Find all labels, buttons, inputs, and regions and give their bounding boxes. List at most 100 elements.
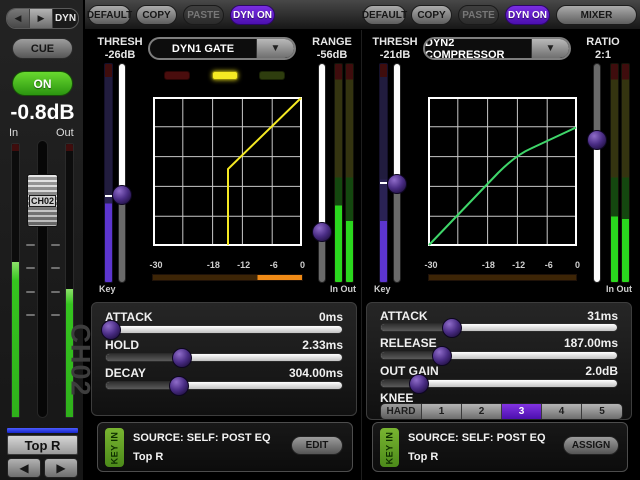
gate-axis: -30-18 -12-6 0 <box>153 260 304 270</box>
input-meter-peak-segment <box>12 144 19 151</box>
fader-knob[interactable]: CH02 <box>27 174 58 227</box>
gate-paste-button[interactable]: PASTE <box>183 5 224 25</box>
comp-ratio-handle[interactable] <box>587 130 607 150</box>
comp-thresh-slider[interactable] <box>387 63 407 283</box>
gate-led-yellow <box>212 71 238 80</box>
knee-option-1[interactable]: 1 <box>422 404 462 419</box>
comp-thresh-handle[interactable] <box>387 174 407 194</box>
gate-graph <box>153 97 302 246</box>
channel-color-bar <box>7 428 78 433</box>
comp-attack-value: 31ms <box>587 309 618 323</box>
gate-default-button[interactable]: DEFAULT <box>88 5 131 25</box>
cue-button[interactable]: CUE <box>12 38 73 59</box>
gate-led-green <box>259 71 285 80</box>
comp-params-panel: ATTACK 31ms RELEASE 187.00ms OUT GAIN 2.… <box>366 302 632 420</box>
gate-in-meter <box>334 63 343 283</box>
prev-channel-button[interactable]: ◀ <box>7 9 30 28</box>
knee-option-hard[interactable]: HARD <box>381 404 422 419</box>
knee-option-5[interactable]: 5 <box>582 404 622 419</box>
channel-name-label: Top R <box>7 435 78 455</box>
fader-tick <box>26 267 35 269</box>
comp-key-label: Key <box>374 284 391 294</box>
comp-keyin-channel: Top R <box>408 451 438 463</box>
next-arrow-icon: ▶ <box>56 461 65 475</box>
gate-params-panel: ATTACK 0ms HOLD 2.33ms DECAY 304.00ms <box>91 302 357 416</box>
gate-thresh-value: -26dB <box>96 49 144 61</box>
mixer-button[interactable]: MIXER <box>556 5 637 25</box>
comp-keyin-box: KEY IN SOURCE: SELF: POST EQ Top R ASSIG… <box>372 422 628 472</box>
input-meter-level <box>12 262 19 417</box>
gate-decay-slider[interactable] <box>105 381 343 390</box>
fader-tick <box>26 244 35 246</box>
output-meter-peak-segment <box>66 144 73 151</box>
knee-option-4[interactable]: 4 <box>542 404 582 419</box>
knee-option-2[interactable]: 2 <box>462 404 502 419</box>
comp-release-handle[interactable] <box>432 346 452 366</box>
comp-type-dropdown[interactable]: DYN2 COMPRESSOR ▼ <box>423 37 571 60</box>
gate-attack-handle[interactable] <box>101 320 121 340</box>
gate-keyin-edit-button[interactable]: EDIT <box>291 436 343 455</box>
comp-ratio-label: RATIO <box>581 36 625 48</box>
prev-arrow-icon: ◀ <box>19 461 28 475</box>
gate-hold-slider[interactable] <box>105 353 343 362</box>
comp-attack-slider[interactable] <box>380 323 618 332</box>
gate-attack-value: 0ms <box>319 310 343 324</box>
fader-tick <box>51 267 60 269</box>
comp-outgain-label: OUT GAIN <box>380 364 439 378</box>
fader-tick <box>51 244 60 246</box>
comp-attack-handle[interactable] <box>442 318 462 338</box>
gate-thresh-slider[interactable] <box>112 63 132 283</box>
comp-in-meter <box>610 63 619 283</box>
gate-hold-handle[interactable] <box>172 348 192 368</box>
channel-fader-area: CH02 CH02 <box>0 140 85 420</box>
comp-outgain-value: 2.0dB <box>585 364 618 378</box>
fader-tick <box>51 314 60 316</box>
gate-range-handle[interactable] <box>312 222 332 242</box>
comp-ratio-slider[interactable] <box>587 63 607 283</box>
gate-key-thresh-tick <box>105 195 112 197</box>
fader-knob-label: CH02 <box>29 195 56 207</box>
comp-default-button[interactable]: DEFAULT <box>363 5 406 25</box>
gate-gr-meter <box>152 274 303 281</box>
comp-paste-button[interactable]: PASTE <box>458 5 499 25</box>
gate-attack-slider[interactable] <box>105 325 343 334</box>
gate-range-label: RANGE <box>308 36 356 48</box>
gate-curve <box>228 98 301 245</box>
gate-dyn-on-button[interactable]: DYN ON <box>230 5 275 25</box>
knee-option-3-selected[interactable]: 3 <box>502 404 542 419</box>
gate-type-dropdown[interactable]: DYN1 GATE ▼ <box>148 37 296 60</box>
comp-outgain-slider[interactable] <box>380 379 618 388</box>
chevron-down-icon: ▼ <box>546 43 556 54</box>
gate-copy-button[interactable]: COPY <box>136 5 177 25</box>
fader-tick <box>51 291 60 293</box>
prev-page-button[interactable]: ◀ <box>7 458 41 478</box>
comp-gr-meter <box>428 274 577 281</box>
comp-key-thresh-tick <box>380 182 387 184</box>
comp-attack-label: ATTACK <box>380 309 428 323</box>
gate-inout-label: In Out <box>330 284 356 294</box>
channel-sidebar: ◀ ▶ DYN CUE ON -0.8dB In Out <box>0 0 85 480</box>
comp-release-value: 187.00ms <box>564 336 618 350</box>
dynamics-screen: ◀ ▶ DYN CUE ON -0.8dB In Out <box>0 0 640 480</box>
gate-thresh-label: THRESH <box>96 36 144 48</box>
gate-range-slider[interactable] <box>312 63 332 283</box>
comp-dyn-on-button[interactable]: DYN ON <box>505 5 550 25</box>
gate-keyin-channel: Top R <box>133 451 163 463</box>
next-page-button[interactable]: ▶ <box>44 458 78 478</box>
gate-keyin-tag: KEY IN <box>105 428 124 467</box>
gate-thresh-handle[interactable] <box>112 185 132 205</box>
comp-copy-button[interactable]: COPY <box>411 5 452 25</box>
comp-type-value: DYN2 COMPRESSOR <box>425 39 531 58</box>
comp-release-slider[interactable] <box>380 351 618 360</box>
fader-tick <box>26 291 35 293</box>
gate-led-red <box>164 71 190 80</box>
comp-keyin-assign-button[interactable]: ASSIGN <box>563 436 619 455</box>
next-channel-button[interactable]: ▶ <box>30 9 53 28</box>
fader-level-value: -0.8dB <box>0 101 85 125</box>
channel-on-button[interactable]: ON <box>12 71 73 96</box>
gate-hold-label: HOLD <box>105 338 139 352</box>
input-meter <box>11 143 20 418</box>
comp-ratio-value: 2:1 <box>581 49 625 61</box>
dyn-mode-label: DYN <box>53 9 78 28</box>
gate-decay-handle[interactable] <box>169 376 189 396</box>
